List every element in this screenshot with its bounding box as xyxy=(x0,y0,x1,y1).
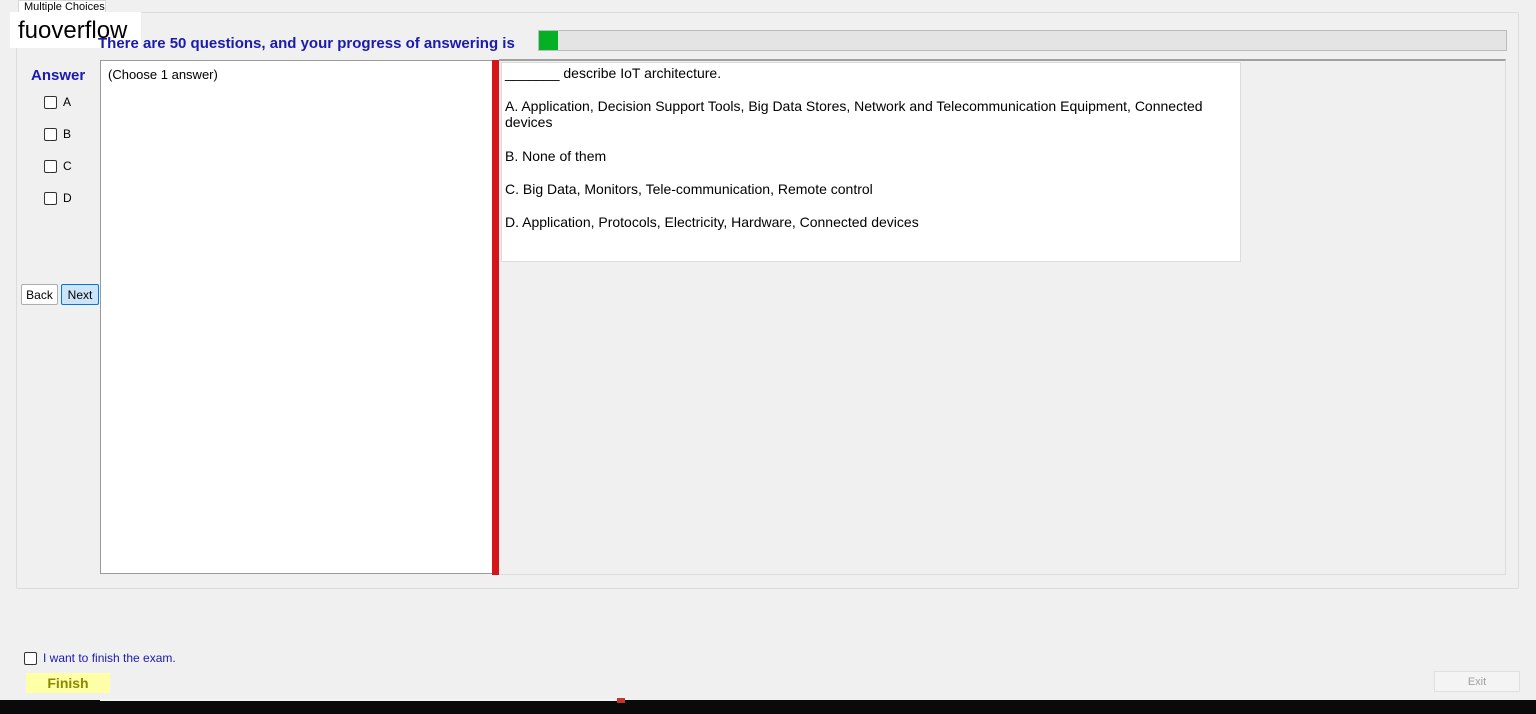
question-option-a: A. Application, Decision Support Tools, … xyxy=(505,98,1203,130)
checkbox-c[interactable] xyxy=(44,159,57,173)
checkbox-b[interactable] xyxy=(44,127,57,141)
finish-button[interactable]: Finish xyxy=(26,673,110,693)
answer-option-label: D xyxy=(63,191,72,205)
answer-option-c[interactable]: C xyxy=(44,158,72,174)
question-box: _______ describe IoT architecture. A. Ap… xyxy=(501,62,1241,262)
pane-splitter[interactable] xyxy=(492,60,499,575)
checkbox-a[interactable] xyxy=(44,95,57,109)
progress-label: There are 50 questions, and your progres… xyxy=(98,35,515,52)
answer-option-d[interactable]: D xyxy=(44,190,72,206)
choose-answer-hint: (Choose 1 answer) xyxy=(108,67,218,82)
checkbox-d[interactable] xyxy=(44,191,57,205)
exit-button[interactable]: Exit xyxy=(1434,671,1520,692)
question-text: _______ describe IoT architecture. xyxy=(505,65,722,81)
question-option-d: D. Application, Protocols, Electricity, … xyxy=(505,214,919,230)
progress-fill xyxy=(539,31,559,50)
back-button[interactable]: Back xyxy=(21,284,58,305)
answer-option-label: C xyxy=(63,159,72,173)
taskbar-divider xyxy=(100,699,620,701)
question-option-c: C. Big Data, Monitors, Tele-communicatio… xyxy=(505,181,873,197)
answer-option-label: B xyxy=(63,127,72,141)
progress-bar xyxy=(538,30,1507,51)
answer-option-b[interactable]: B xyxy=(44,126,71,142)
next-button[interactable]: Next xyxy=(61,284,99,305)
question-option-b: B. None of them xyxy=(505,148,607,164)
answer-option-label: A xyxy=(63,95,72,109)
answer-notes-pane[interactable]: (Choose 1 answer) xyxy=(100,60,494,574)
finish-exam-checkbox[interactable]: I want to finish the exam. xyxy=(24,651,176,665)
finish-checkbox-box[interactable] xyxy=(24,651,37,665)
finish-checkbox-label: I want to finish the exam. xyxy=(43,651,176,665)
taskbar xyxy=(0,700,1536,714)
taskbar-indicator xyxy=(617,698,625,703)
answer-heading: Answer xyxy=(31,67,86,84)
answer-option-a[interactable]: A xyxy=(44,94,71,110)
